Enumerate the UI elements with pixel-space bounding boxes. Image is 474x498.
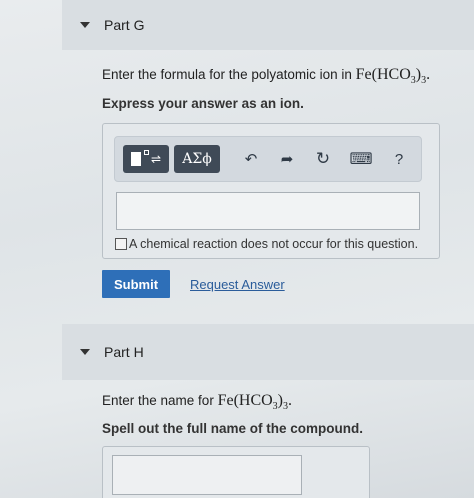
formula-answer-input[interactable]: [116, 192, 420, 230]
part-h-header[interactable]: Part H: [62, 324, 474, 380]
no-reaction-option[interactable]: A chemical reaction does not occur for t…: [115, 237, 418, 251]
name-answer-input[interactable]: [112, 455, 302, 495]
equilibrium-arrow-icon: ⇌: [150, 152, 162, 166]
page: Part G Enter the formula for the polyato…: [0, 0, 474, 498]
submit-button[interactable]: Submit: [102, 270, 170, 298]
part-h-title: Part H: [104, 344, 144, 360]
math-toolbar: ⇌ ΑΣϕ ↶ ➦ ↻ ⌨ ?: [114, 136, 422, 182]
greek-symbols-button[interactable]: ΑΣϕ: [174, 145, 220, 173]
part-g-instruction: Express your answer as an ion.: [102, 96, 304, 111]
no-reaction-checkbox[interactable]: [115, 238, 127, 250]
reset-icon[interactable]: ↻: [311, 147, 335, 171]
part-h-prompt: Enter the name for Fe(HCO3)3.: [102, 392, 292, 412]
redo-icon[interactable]: ➦: [275, 147, 299, 171]
part-g-header[interactable]: Part G: [62, 0, 474, 50]
template-block-icon: [130, 152, 141, 166]
collapse-caret-icon[interactable]: [80, 22, 90, 28]
chemical-formula: Fe(HCO3)3.: [355, 66, 431, 87]
request-answer-link[interactable]: Request Answer: [190, 277, 285, 292]
templates-button[interactable]: ⇌: [123, 145, 169, 173]
part-h-instruction: Spell out the full name of the compound.: [102, 421, 363, 436]
part-g-title: Part G: [104, 17, 145, 33]
part-g-prompt: Enter the formula for the polyatomic ion…: [102, 66, 430, 86]
collapse-caret-icon[interactable]: [80, 349, 90, 355]
help-icon[interactable]: ?: [387, 147, 411, 171]
keyboard-icon[interactable]: ⌨: [349, 147, 373, 171]
no-reaction-label: A chemical reaction does not occur for t…: [129, 237, 419, 251]
chemical-formula: Fe(HCO3)3.: [217, 392, 292, 413]
template-superscript-icon: [143, 150, 149, 155]
undo-icon[interactable]: ↶: [239, 147, 263, 171]
prompt-text: Enter the name for: [102, 393, 218, 408]
prompt-text: Enter the formula for the polyatomic ion…: [102, 67, 356, 82]
